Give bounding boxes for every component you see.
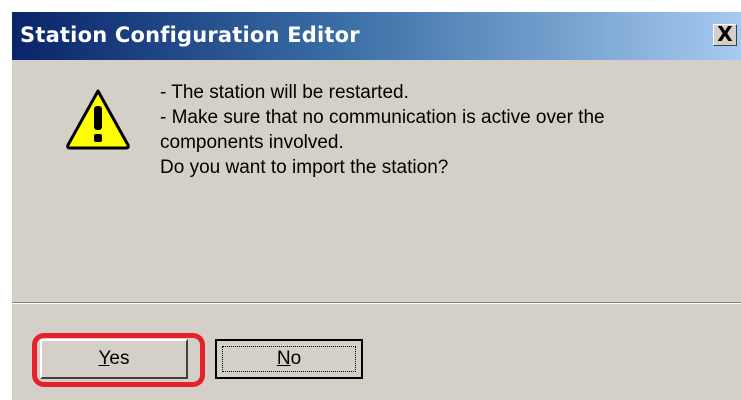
- no-button[interactable]: No: [215, 339, 363, 379]
- yes-accelerator: Y: [98, 348, 110, 369]
- message-line: components involved.: [160, 132, 344, 153]
- no-label-rest: o: [290, 348, 302, 369]
- window-title: Station Configuration Editor: [20, 23, 360, 47]
- yes-label-rest: es: [109, 348, 130, 369]
- close-icon: X: [717, 22, 733, 46]
- message-line: - Make sure that no communication is act…: [160, 107, 605, 128]
- warning-icon: [66, 89, 130, 150]
- confirm-dialog: Station Configuration Editor X - The sta…: [10, 10, 741, 400]
- title-bar: Station Configuration Editor X: [12, 12, 741, 60]
- message-line: - The station will be restarted.: [160, 82, 409, 103]
- separator: [12, 302, 741, 304]
- yes-button[interactable]: Yes: [40, 339, 188, 379]
- close-button[interactable]: X: [713, 24, 737, 46]
- message-line: Do you want to import the station?: [160, 157, 449, 178]
- no-accelerator: N: [276, 348, 291, 369]
- message-text: - The station will be restarted. - Make …: [160, 80, 720, 180]
